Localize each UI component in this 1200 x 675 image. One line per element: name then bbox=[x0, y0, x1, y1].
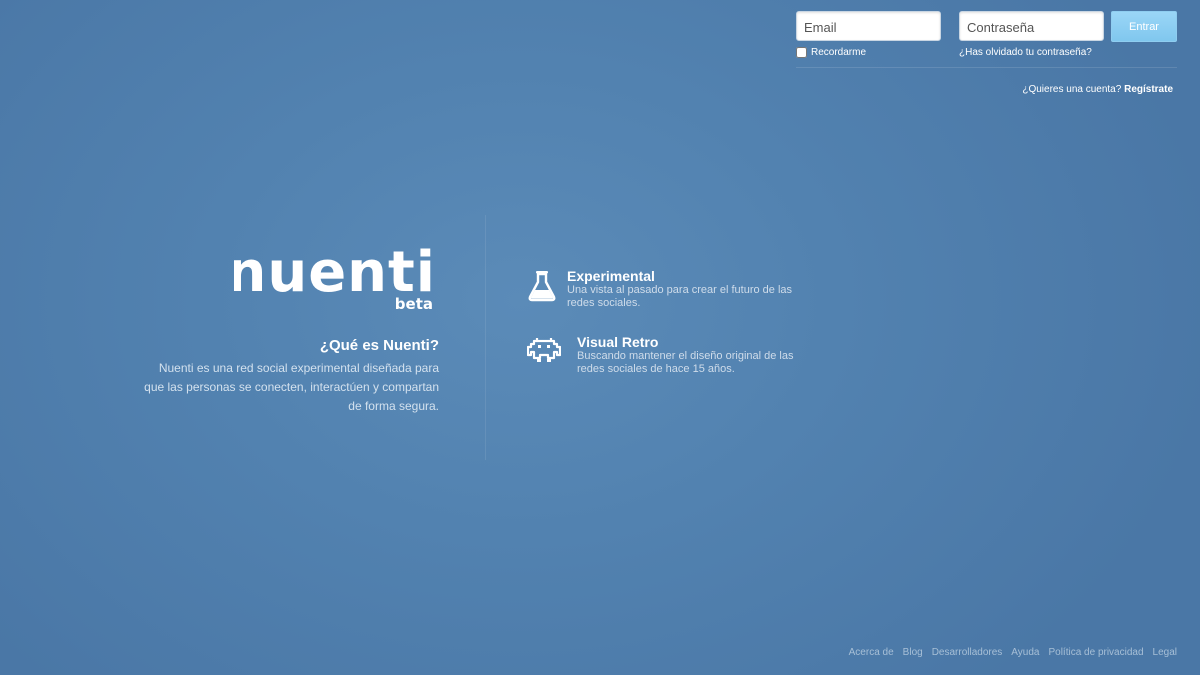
feature-title: Experimental bbox=[567, 268, 655, 284]
login-divider bbox=[796, 67, 1177, 68]
feature-experimental: Experimental Una vista al pasado para cr… bbox=[527, 268, 799, 310]
about-title: ¿Qué es Nuenti? bbox=[319, 337, 439, 354]
feature-visual-retro: Visual Retro Buscando mantener el diseño… bbox=[527, 334, 809, 376]
password-column: ¿Has olvidado tu contraseña? bbox=[950, 11, 1104, 58]
about-section: nuenti beta ¿Qué es Nuenti? Nuenti es un… bbox=[140, 238, 439, 416]
feature-description: Buscando mantener el diseño original de … bbox=[577, 350, 794, 375]
remember-row: Recordarme bbox=[796, 47, 950, 58]
login-button[interactable]: Entrar bbox=[1111, 11, 1177, 42]
footer-link-about[interactable]: Acerca de bbox=[849, 647, 894, 658]
forgot-row: ¿Has olvidado tu contraseña? bbox=[959, 47, 1104, 58]
remember-me[interactable]: Recordarme bbox=[796, 47, 950, 58]
feature-title: Visual Retro bbox=[577, 334, 659, 350]
forgot-password-link[interactable]: ¿Has olvidado tu contraseña? bbox=[959, 47, 1092, 58]
email-column: Recordarme bbox=[796, 11, 950, 58]
nuenti-logo: nuenti beta bbox=[234, 240, 435, 313]
footer-link-developers[interactable]: Desarrolladores bbox=[932, 647, 1003, 658]
footer-link-help[interactable]: Ayuda bbox=[1011, 647, 1039, 658]
signup-link[interactable]: Regístrate bbox=[1124, 84, 1173, 95]
column-divider bbox=[485, 215, 486, 460]
feature-experimental-text: Experimental Una vista al pasado para cr… bbox=[567, 268, 799, 310]
footer-link-legal[interactable]: Legal bbox=[1153, 647, 1177, 658]
password-input[interactable] bbox=[959, 11, 1104, 41]
feature-visual-retro-text: Visual Retro Buscando mantener el diseño… bbox=[577, 334, 809, 376]
footer-links: Acerca de Blog Desarrolladores Ayuda Pol… bbox=[840, 647, 1177, 658]
signup-question: ¿Quieres una cuenta? bbox=[1022, 84, 1122, 95]
remember-label: Recordarme bbox=[811, 47, 867, 58]
email-input[interactable] bbox=[796, 11, 941, 41]
space-invader-icon bbox=[527, 338, 561, 362]
about-text: Nuenti es una red social experimental di… bbox=[144, 361, 439, 413]
login-row: Recordarme ¿Has olvidado tu contraseña? … bbox=[796, 11, 1177, 58]
footer-link-privacy[interactable]: Política de privacidad bbox=[1048, 647, 1143, 658]
footer-link-blog[interactable]: Blog bbox=[903, 647, 923, 658]
remember-checkbox[interactable] bbox=[796, 47, 807, 58]
feature-description: Una vista al pasado para crear el futuro… bbox=[567, 284, 793, 309]
flask-icon bbox=[528, 271, 556, 302]
logo-beta-tag: beta bbox=[395, 295, 433, 313]
signup-prompt: ¿Quieres una cuenta? Regístrate bbox=[1022, 84, 1173, 95]
login-form: Recordarme ¿Has olvidado tu contraseña? … bbox=[796, 11, 1177, 68]
